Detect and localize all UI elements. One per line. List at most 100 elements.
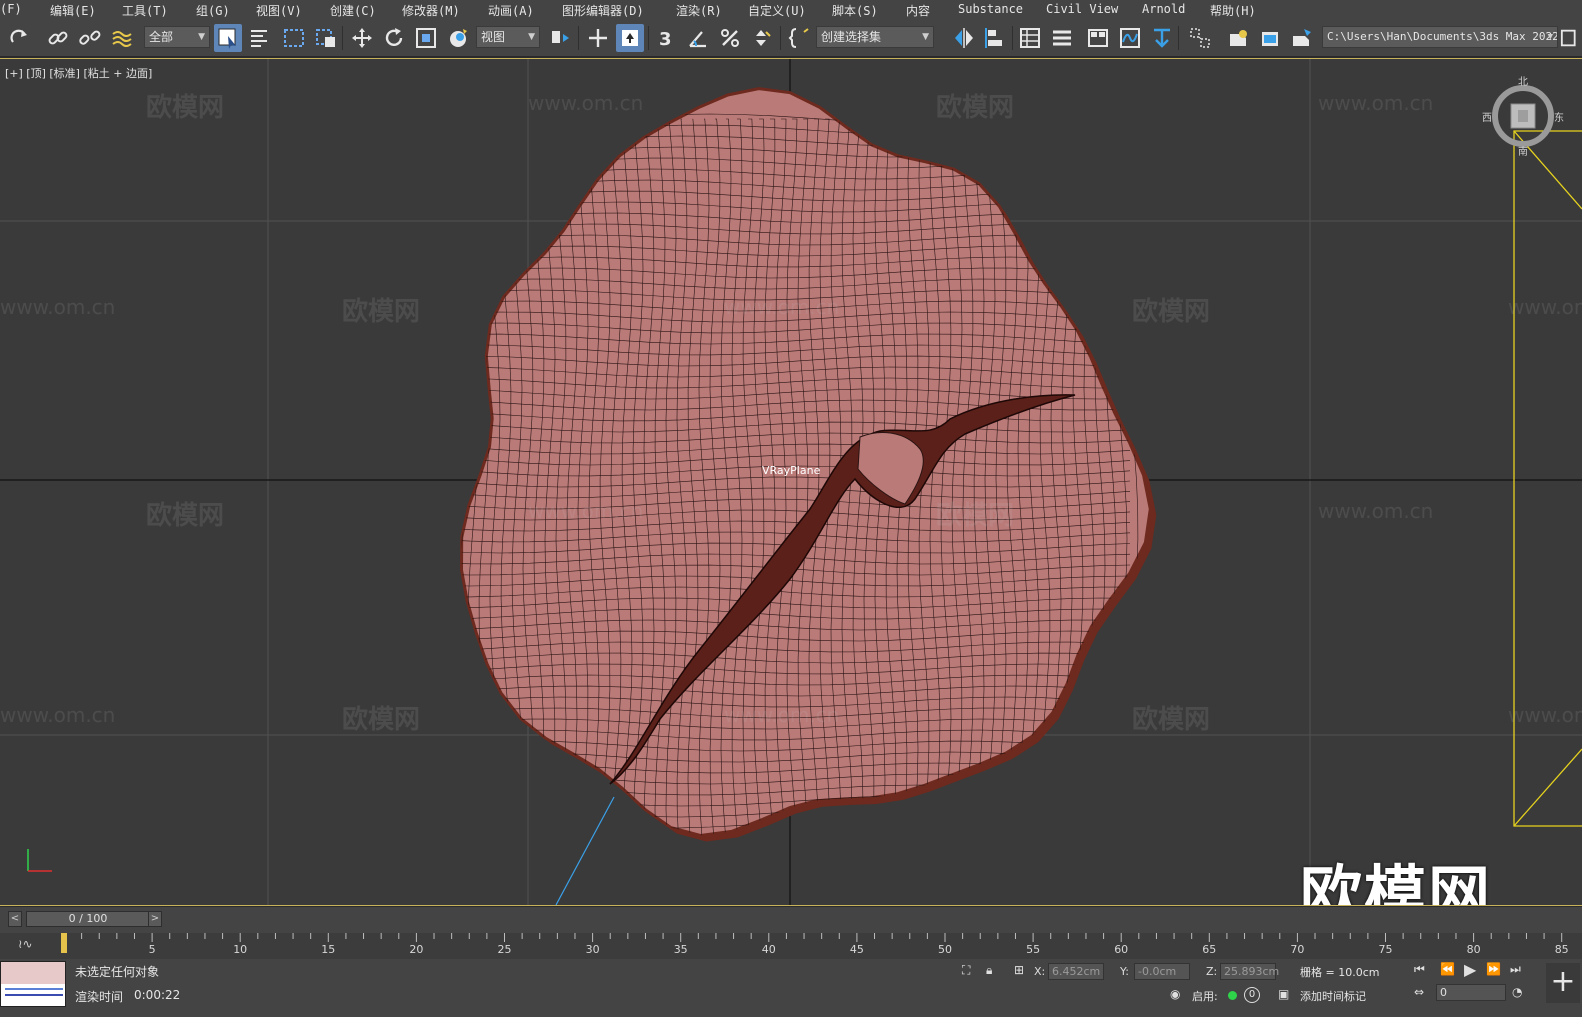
time-next-button[interactable]: >	[148, 911, 162, 927]
link-icon[interactable]	[44, 24, 72, 52]
menu-item[interactable]: 组(G)	[196, 2, 230, 19]
menu-item[interactable]: 脚本(S)	[832, 2, 878, 19]
menu-item[interactable]: 创建(C)	[330, 2, 376, 19]
select-manipulate-icon[interactable]	[584, 24, 612, 52]
menu-item[interactable]: 工具(T)	[122, 2, 168, 19]
play-icon[interactable]: ▶	[1464, 960, 1476, 979]
menu-item[interactable]: (F)	[0, 2, 22, 16]
menu-item[interactable]: Civil View	[1046, 2, 1118, 16]
time-prev-button[interactable]: <	[8, 911, 22, 927]
render-production-icon[interactable]	[1288, 24, 1316, 52]
menu-item[interactable]: 自定义(U)	[748, 2, 806, 19]
prev-frame-icon[interactable]: ⏪	[1440, 962, 1455, 976]
x-coord-field[interactable]: 6.452cm	[1048, 963, 1104, 980]
menu-item[interactable]: 渲染(R)	[676, 2, 722, 19]
viewport-canvas[interactable]	[0, 59, 1582, 905]
lock-selection-icon[interactable]: 🔒︎	[986, 963, 992, 978]
redo-icon[interactable]	[6, 24, 34, 52]
track-bar[interactable]: ≀∿ 5 10 15 20 25 30 35 40 45 50 55 60 65 70 75 80 85	[0, 933, 1582, 959]
z-coord-field[interactable]: 25.893cm	[1220, 963, 1279, 980]
viewcube-west[interactable]: 西	[1482, 109, 1492, 124]
project-folder-icon[interactable]	[1560, 24, 1582, 52]
key-mode-icon[interactable]: ⇔	[1414, 985, 1424, 999]
menu-item[interactable]: 图形编辑器(D)	[562, 2, 644, 19]
viewcube-east[interactable]: 东	[1554, 109, 1564, 124]
rendered-frame-window-icon[interactable]	[1256, 24, 1284, 52]
menu-item[interactable]: Substance	[958, 2, 1023, 16]
percent-snap-icon[interactable]	[716, 24, 744, 52]
mini-curve-editor-icon[interactable]: ≀∿	[18, 937, 33, 951]
absolute-mode-icon[interactable]: ⊞	[1014, 963, 1024, 977]
timeline-tick-label: 65	[1202, 943, 1217, 956]
render-time-value: 0:00:22	[134, 988, 181, 1002]
status-bar: 未选定任何对象 渲染时间 0:00:22 ⛶ 🔒︎ ⊞ X: 6.452cm Y…	[0, 959, 1582, 1017]
menu-item[interactable]: 修改器(M)	[402, 2, 460, 19]
timeline-tick-label: 55	[1026, 943, 1041, 956]
menu-item[interactable]: 帮助(H)	[1210, 2, 1256, 19]
angle-snap-icon[interactable]	[684, 24, 712, 52]
bind-spacewarp-icon[interactable]	[108, 24, 136, 52]
curve-editor-icon[interactable]	[1116, 24, 1144, 52]
menu-item[interactable]: 视图(V)	[256, 2, 302, 19]
timeline-tick-label: 75	[1378, 943, 1393, 956]
enable-count[interactable]: 0	[1244, 987, 1260, 1003]
render-setup-icon[interactable]	[1224, 24, 1252, 52]
camera-frustum-line	[1513, 748, 1582, 827]
time-config-icon[interactable]: ◔	[1512, 985, 1522, 999]
project-path-dropdown[interactable]: C:\Users\Han\Documents\3ds Max 2022 ▼	[1322, 26, 1558, 48]
menu-item[interactable]: 编辑(E)	[50, 2, 96, 19]
spinner-snap-icon[interactable]	[748, 24, 776, 52]
goto-start-icon[interactable]: ⏮	[1414, 962, 1425, 977]
next-frame-icon[interactable]: ⏩	[1486, 962, 1501, 976]
reference-coordinate-value: 视图	[481, 30, 506, 44]
selection-filter-dropdown[interactable]: 全部 ▼	[144, 26, 210, 48]
edit-named-selection-icon[interactable]	[786, 24, 814, 52]
material-editor-icon[interactable]	[1186, 24, 1214, 52]
rotate-icon[interactable]	[380, 24, 408, 52]
camera-frustum	[1513, 130, 1582, 827]
mirror-icon[interactable]	[950, 24, 978, 52]
scale-icon[interactable]	[412, 24, 440, 52]
reference-coordinate-dropdown[interactable]: 视图 ▼	[476, 26, 540, 48]
time-tag-icon[interactable]: ▣	[1278, 987, 1289, 1001]
maxscript-listener-preview[interactable]	[0, 961, 66, 1007]
current-frame-marker[interactable]	[61, 933, 67, 953]
add-time-tag[interactable]: 添加时间标记	[1300, 988, 1366, 1004]
current-frame-field[interactable]: 0	[1436, 984, 1506, 1001]
viewport-label[interactable]: [+] [顶] [标准] [粘土 + 边面]	[5, 65, 152, 81]
timeline-tick-label: 80	[1466, 943, 1481, 956]
move-icon[interactable]	[348, 24, 376, 52]
viewcube[interactable]: 北 西 东 南	[1480, 73, 1566, 159]
menu-item[interactable]: 动画(A)	[488, 2, 534, 19]
y-coord-label: Y:	[1120, 965, 1129, 978]
svg-text:3: 3	[659, 29, 672, 50]
window-crossing-icon[interactable]	[312, 24, 340, 52]
layer-explorer-icon[interactable]	[1048, 24, 1076, 52]
pivot-center-icon[interactable]	[546, 24, 574, 52]
viewcube-north[interactable]: 北	[1518, 73, 1528, 88]
select-object-icon[interactable]	[214, 24, 242, 52]
add-button[interactable]: +	[1546, 963, 1580, 1003]
y-coord-field[interactable]: -0.0cm	[1134, 963, 1190, 980]
snaps-toggle-icon[interactable]: 3	[652, 24, 680, 52]
align-icon[interactable]	[982, 24, 1010, 52]
goto-end-icon[interactable]: ⏭	[1510, 962, 1521, 977]
rectangular-selection-icon[interactable]	[280, 24, 308, 52]
menu-item[interactable]: 内容	[906, 2, 930, 19]
adaptive-degradation-icon[interactable]: ◉	[1170, 987, 1180, 1001]
keyboard-shortcut-toggle-icon[interactable]	[616, 24, 644, 52]
time-slider-thumb[interactable]: 0 / 100	[26, 911, 150, 927]
grid-size: 栅格 = 10.0cm	[1300, 966, 1380, 979]
viewcube-south[interactable]: 南	[1518, 143, 1528, 158]
isolate-selection-icon[interactable]: ⛶	[962, 963, 970, 978]
schematic-view-icon[interactable]	[1148, 24, 1176, 52]
timeline-tick-label: 20	[409, 943, 424, 956]
menu-item[interactable]: Arnold	[1142, 2, 1185, 16]
unlink-icon[interactable]	[76, 24, 104, 52]
named-selection-set-dropdown[interactable]: 创建选择集 ▼	[816, 26, 934, 48]
toggle-ribbon-icon[interactable]	[1084, 24, 1112, 52]
select-by-name-icon[interactable]	[246, 24, 274, 52]
top-viewport[interactable]: [+] [顶] [标准] [粘土 + 边面] 欧模网 www.om.cn 欧模网…	[0, 58, 1582, 906]
placement-icon[interactable]	[444, 24, 472, 52]
scene-explorer-icon[interactable]	[1016, 24, 1044, 52]
